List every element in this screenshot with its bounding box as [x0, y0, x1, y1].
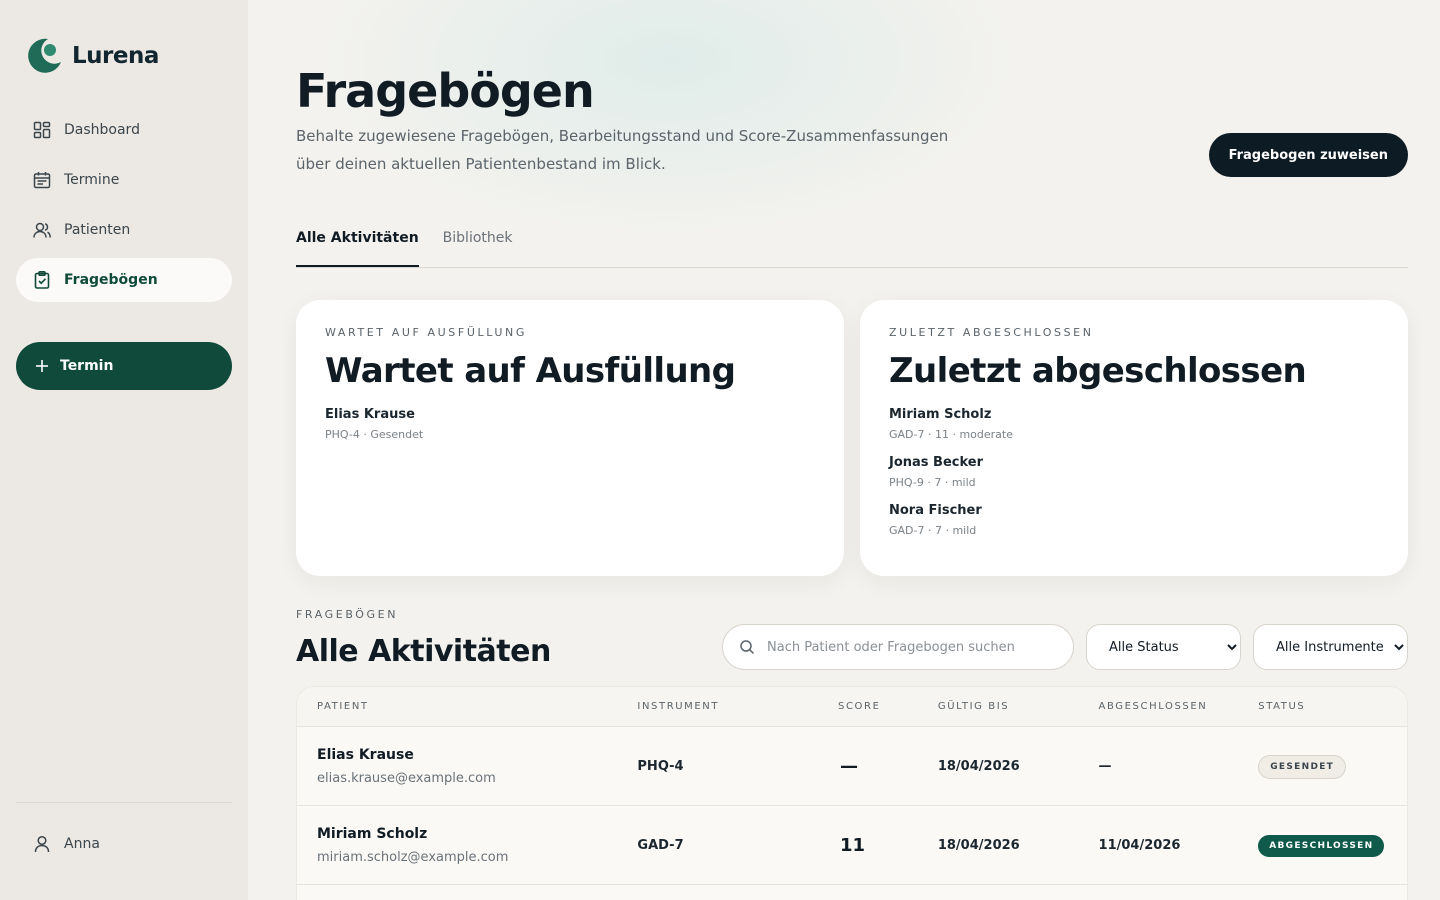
table-row[interactable]: Miriam Scholz miriam.scholz@example.com … [297, 806, 1407, 885]
list-item-name: Elias Krause [325, 407, 415, 422]
list-item-meta: GAD-7 · 11 · moderate [889, 428, 1014, 441]
user-name: Anna [64, 836, 100, 852]
table-header: PATIENT INSTRUMENT SCORE GÜLTIG BIS ABGE… [297, 687, 1407, 727]
users-icon [33, 222, 51, 238]
sidebar-item-label: Patienten [64, 222, 131, 238]
page-title: Fragebögen [296, 64, 595, 118]
patient-email: elias.krause@example.com [317, 770, 496, 786]
list-item-meta: PHQ-4 · Gesendet [325, 428, 424, 441]
app-logo[interactable]: Lurena [24, 36, 159, 76]
instrument-cell: PHQ-4 [637, 758, 684, 774]
patient-cell: Miriam Scholz miriam.scholz@example.com [297, 826, 637, 865]
column-header-patient[interactable]: PATIENT [297, 701, 637, 712]
list-item-meta: GAD-7 · 7 · mild [889, 524, 977, 537]
add-termin-button[interactable]: Termin [16, 342, 232, 390]
grid-icon [33, 121, 51, 139]
user-profile[interactable]: Anna [32, 834, 100, 854]
tab-bar: Alle Aktivitäten Bibliothek [296, 224, 1408, 268]
page-subtitle: Behalte zugewiesene Fragebögen, Bearbeit… [296, 127, 949, 173]
section-title: Alle Aktivitäten [296, 634, 551, 669]
sidebar-item-label: Fragebögen [64, 272, 158, 288]
column-header-completed[interactable]: ABGESCHLOSSEN [1099, 701, 1259, 712]
status-cell: GESENDET [1258, 754, 1407, 779]
completed-card: ZULETZT ABGESCHLOSSEN Zuletzt abgeschlos… [860, 300, 1408, 576]
list-item[interactable]: Jonas Becker PHQ-9 · 7 · mild [889, 455, 1379, 489]
user-icon [34, 835, 50, 853]
column-header-status[interactable]: STATUS [1258, 701, 1407, 712]
instrument-cell: GAD-7 [637, 837, 684, 853]
calendar-icon [33, 172, 51, 189]
patient-email: miriam.scholz@example.com [317, 849, 509, 865]
status-cell: ABGESCHLOSSEN [1258, 833, 1407, 857]
list-item-name: Jonas Becker [889, 455, 984, 470]
status-badge: ABGESCHLOSSEN [1258, 835, 1385, 857]
sidebar-item-label: Dashboard [64, 122, 140, 138]
pending-card: WARTET AUF AUSFÜLLUNG Wartet auf Ausfüll… [296, 300, 844, 576]
completed-cell: — [1098, 758, 1112, 774]
app-name: Lurena [72, 43, 159, 69]
search-box [722, 624, 1074, 670]
list-item-name: Miriam Scholz [889, 407, 992, 422]
list-item-meta: PHQ-9 · 7 · mild [889, 476, 976, 489]
activity-table: PATIENT INSTRUMENT SCORE GÜLTIG BIS ABGE… [296, 686, 1408, 900]
list-item[interactable]: Nora Fischer GAD-7 · 7 · mild [889, 503, 1379, 537]
patient-name: Miriam Scholz [317, 825, 428, 842]
column-header-instrument[interactable]: INSTRUMENT [637, 701, 838, 712]
sidebar-nav: Dashboard Termine Patienten Fragebögen [16, 108, 232, 308]
sidebar: Lurena Dashboard Termine Patienten Frage… [0, 0, 248, 900]
completed-cell: 11/04/2026 [1098, 837, 1181, 853]
status-filter-select[interactable]: Alle Status [1086, 624, 1241, 670]
clipboard-icon [34, 270, 50, 289]
sidebar-item-dashboard[interactable]: Dashboard [16, 108, 232, 152]
card-eyebrow: ZULETZT ABGESCHLOSSEN [889, 326, 1094, 339]
crescent-logo-icon [28, 38, 61, 73]
tab-alle-aktivitaeten[interactable]: Alle Aktivitäten [296, 224, 419, 267]
status-badge: GESENDET [1258, 754, 1347, 779]
tab-bibliothek[interactable]: Bibliothek [443, 224, 513, 267]
list-item[interactable]: Elias Krause PHQ-4 · Gesendet [325, 407, 815, 441]
search-icon [740, 640, 755, 655]
instrument-filter-select[interactable]: Alle Instrumente [1253, 624, 1408, 670]
table-row[interactable]: Elias Krause elias.krause@example.com PH… [297, 727, 1407, 806]
patient-name: Elias Krause [317, 746, 414, 763]
assign-questionnaire-button[interactable]: Fragebogen zuweisen [1208, 133, 1408, 177]
sidebar-item-termine[interactable]: Termine [16, 158, 232, 202]
column-header-score[interactable]: SCORE [838, 701, 938, 712]
main-content: Fragebögen Behalte zugewiesene Frageböge… [248, 0, 1440, 900]
card-title: Zuletzt abgeschlossen [889, 351, 1307, 391]
patient-cell: Elias Krause elias.krause@example.com [297, 747, 637, 786]
plus-icon [36, 360, 48, 372]
sidebar-item-frageboegen[interactable]: Fragebögen [16, 258, 232, 302]
sidebar-item-patienten[interactable]: Patienten [16, 208, 232, 252]
score-cell: 11 [840, 834, 866, 856]
valid-until-cell: 18/04/2026 [937, 758, 1020, 774]
list-item[interactable]: Miriam Scholz GAD-7 · 11 · moderate [889, 407, 1379, 441]
sidebar-item-label: Termine [64, 172, 120, 188]
section-eyebrow: FRAGEBÖGEN [296, 608, 399, 621]
list-item-name: Nora Fischer [889, 503, 982, 518]
column-header-valid-until[interactable]: GÜLTIG BIS [938, 701, 1099, 712]
search-input[interactable] [767, 639, 1057, 655]
card-title: Wartet auf Ausfüllung [325, 351, 736, 391]
valid-until-cell: 18/04/2026 [937, 837, 1020, 853]
sidebar-divider [16, 802, 232, 803]
add-termin-label: Termin [60, 358, 114, 374]
card-eyebrow: WARTET AUF AUSFÜLLUNG [325, 326, 527, 339]
score-cell: — [840, 755, 859, 777]
